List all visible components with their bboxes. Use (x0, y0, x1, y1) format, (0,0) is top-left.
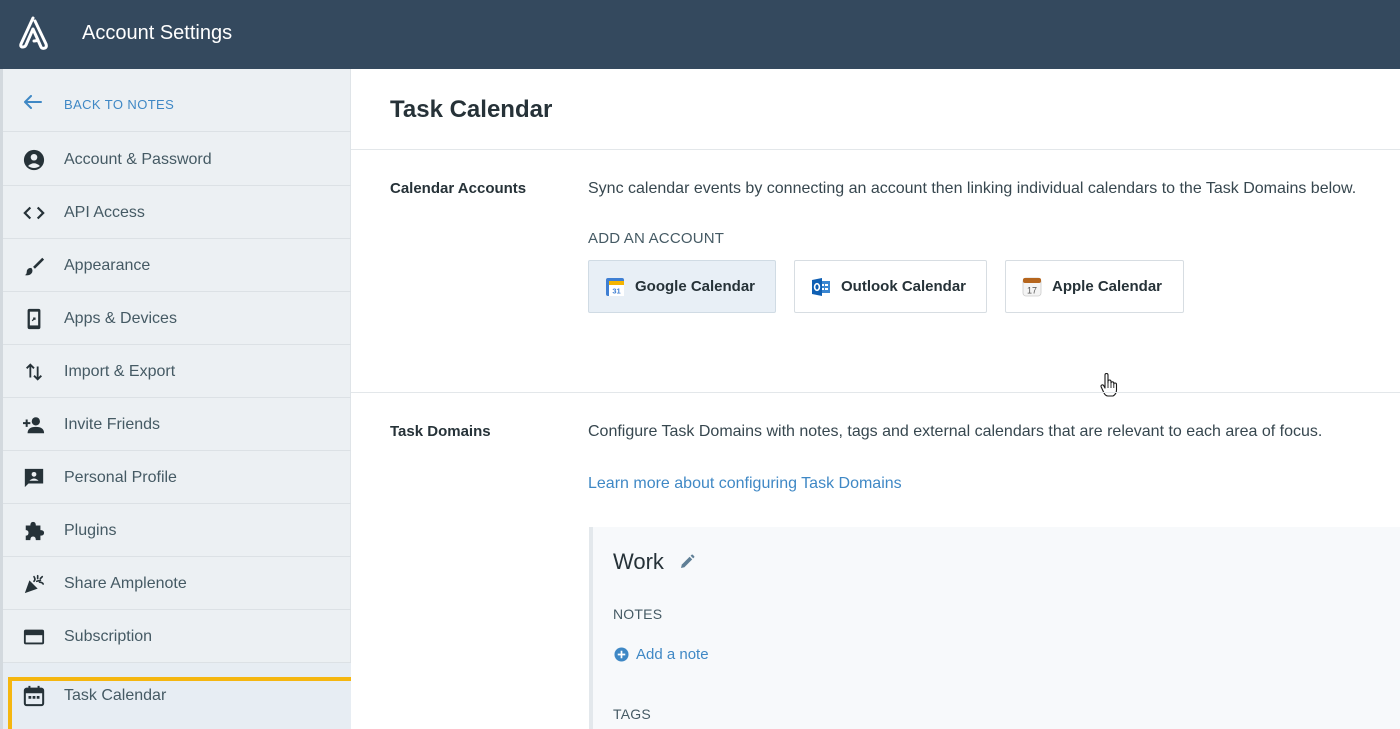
sidebar-item-label: Appearance (64, 257, 151, 274)
sidebar-item-subscription[interactable]: Subscription (3, 610, 351, 663)
top-bar: Account Settings (0, 0, 1400, 69)
sidebar-item-label: Share Amplenote (64, 575, 187, 592)
tags-section-label: TAGS (613, 706, 651, 722)
calendar-accounts-description: Sync calendar events by connecting an ac… (588, 180, 1357, 197)
amplenote-logo-icon[interactable] (17, 16, 49, 50)
sidebar-item-label: Invite Friends (64, 416, 161, 433)
task-domains-description: Configure Task Domains with notes, tags … (588, 423, 1323, 440)
sidebar-item-task-calendar[interactable]: Task Calendar (3, 663, 356, 729)
sidebar-item-label: Apps & Devices (64, 310, 177, 327)
arrow-left-icon (24, 95, 42, 109)
back-to-notes-link[interactable]: BACK TO NOTES (3, 69, 351, 132)
celebration-icon (24, 574, 44, 594)
outlook-calendar-icon (812, 278, 830, 296)
settings-sidebar: BACK TO NOTES Account & Password API Acc… (0, 69, 356, 729)
apple-calendar-label: Apple Calendar (1052, 278, 1163, 295)
svg-text:31: 31 (612, 287, 620, 296)
add-account-label: ADD AN ACCOUNT (588, 230, 725, 247)
import-export-icon (26, 363, 42, 381)
add-note-label: Add a note (636, 646, 709, 663)
sidebar-item-label: Task Calendar (64, 687, 167, 704)
sidebar-item-label: API Access (64, 204, 145, 221)
sidebar-item-personal-profile[interactable]: Personal Profile (3, 451, 351, 504)
brush-icon (24, 257, 45, 276)
person-add-icon (23, 417, 45, 434)
notes-section-label: NOTES (613, 606, 663, 622)
credit-card-icon (23, 629, 45, 645)
task-domains-label: Task Domains (390, 423, 491, 440)
outlook-calendar-button[interactable]: Outlook Calendar (794, 260, 987, 313)
apple-calendar-day: 17 (1027, 286, 1037, 296)
sidebar-item-apps-devices[interactable]: Apps & Devices (3, 292, 351, 345)
back-to-notes-label: BACK TO NOTES (64, 97, 175, 112)
plus-circle-icon (614, 647, 629, 662)
calendar-accounts-label: Calendar Accounts (390, 180, 527, 197)
sidebar-item-invite-friends[interactable]: Invite Friends (3, 398, 351, 451)
apple-calendar-button[interactable]: 17 Apple Calendar (1005, 260, 1184, 313)
apple-calendar-icon: 17 (1022, 277, 1042, 297)
google-calendar-button[interactable]: 31 Google Calendar (588, 260, 776, 313)
hand-pointer-cursor-icon (1100, 373, 1118, 397)
profile-card-icon (24, 468, 44, 488)
sidebar-item-label: Subscription (64, 628, 153, 645)
sidebar-item-label: Import & Export (64, 363, 176, 380)
google-calendar-label: Google Calendar (635, 278, 756, 295)
sidebar-item-label: Account & Password (64, 151, 212, 168)
page-title: Task Calendar (390, 96, 553, 123)
task-domain-name: Work (613, 549, 664, 574)
sidebar-item-api-access[interactable]: API Access (3, 186, 351, 239)
outlook-calendar-label: Outlook Calendar (841, 278, 967, 295)
phone-device-icon (27, 308, 41, 330)
pencil-edit-icon[interactable] (679, 554, 695, 570)
sidebar-item-label: Plugins (64, 522, 117, 539)
calendar-icon (23, 685, 45, 707)
puzzle-icon (25, 521, 45, 541)
code-icon (23, 206, 45, 220)
sidebar-item-label: Personal Profile (64, 469, 177, 486)
section-divider (351, 392, 1400, 393)
sidebar-item-import-export[interactable]: Import & Export (3, 345, 351, 398)
account-circle-icon (23, 149, 45, 171)
google-calendar-icon: 31 (606, 278, 624, 296)
section-divider (351, 149, 1400, 150)
sidebar-item-share-amplenote[interactable]: Share Amplenote (3, 557, 351, 610)
add-note-button[interactable]: Add a note (614, 646, 709, 663)
sidebar-item-appearance[interactable]: Appearance (3, 239, 351, 292)
sidebar-item-plugins[interactable]: Plugins (3, 504, 351, 557)
task-domain-card: Work NOTES Add a note TAGS (589, 527, 1400, 729)
app-title: Account Settings (82, 22, 233, 44)
sidebar-item-account-password[interactable]: Account & Password (3, 133, 351, 186)
learn-more-task-domains-link[interactable]: Learn more about configuring Task Domain… (588, 474, 902, 494)
main-content: Task Calendar Calendar Accounts Sync cal… (351, 69, 1400, 729)
